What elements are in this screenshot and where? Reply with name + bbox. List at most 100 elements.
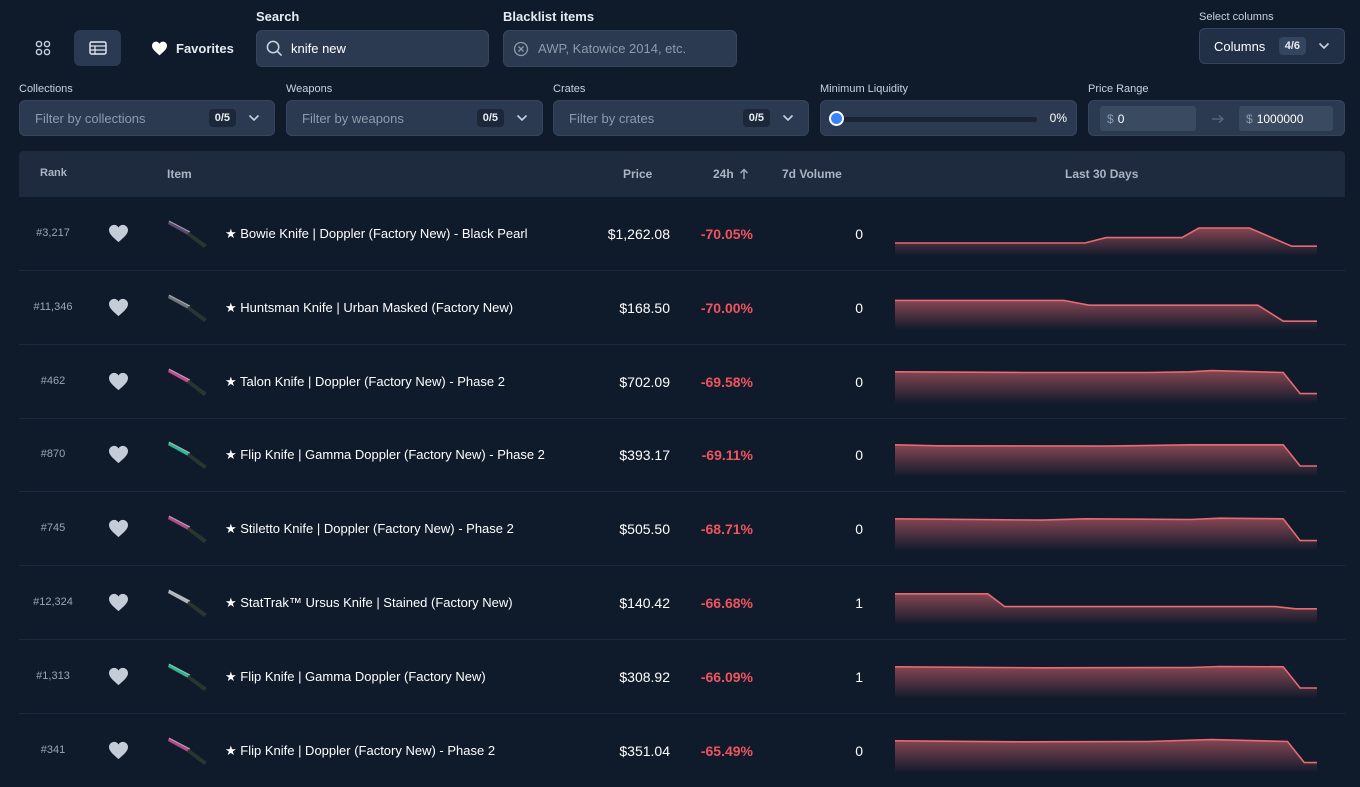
columns-select[interactable]: Columns 4/6 — [1199, 28, 1345, 64]
blacklist-placeholder: AWP, Katowice 2014, etc. — [538, 41, 687, 56]
price-min-input[interactable]: $ 0 — [1100, 106, 1196, 131]
arrow-up-icon — [739, 168, 748, 179]
price-history-sparkline — [895, 227, 1317, 256]
columns-count-badge: 4/6 — [1278, 37, 1306, 55]
item-name[interactable]: ★ Talon Knife | Doppler (Factory New) - … — [225, 374, 505, 390]
table-row[interactable]: #462 ★ Talon Knife | Doppler (Factory New… — [19, 345, 1345, 419]
collections-filter[interactable]: Filter by collections 0/5 — [19, 100, 275, 136]
blacklist-label: Blacklist items — [503, 9, 595, 24]
knife-thumbnail-icon — [168, 515, 207, 544]
favorite-heart-icon[interactable] — [108, 667, 129, 686]
change-24h-cell: -66.09% — [700, 668, 753, 685]
price-history-sparkline — [895, 299, 1317, 330]
volume-cell: 0 — [855, 742, 863, 759]
currency-symbol: $ — [1246, 111, 1253, 126]
table-row[interactable]: #11,346 ★ Huntsman Knife | Urban Masked (… — [19, 271, 1345, 345]
price-range: $ 0 $ 1000000 — [1088, 100, 1345, 136]
price-range-label: Price Range — [1088, 83, 1149, 95]
table-row[interactable]: #870 ★ Flip Knife | Gamma Doppler (Factor… — [19, 418, 1345, 493]
search-input[interactable]: knife new — [256, 30, 489, 67]
item-name[interactable]: ★ Flip Knife | Gamma Doppler (Factory Ne… — [225, 669, 486, 685]
header-volume[interactable]: 7d Volume — [782, 167, 842, 181]
crates-placeholder: Filter by crates — [569, 110, 655, 126]
rank-cell: #11,346 — [33, 300, 73, 313]
heart-icon — [152, 41, 167, 55]
favorite-heart-icon[interactable] — [108, 372, 129, 391]
favorites-label: Favorites — [176, 40, 234, 56]
weapons-label: Weapons — [286, 83, 333, 95]
favorite-heart-icon[interactable] — [108, 445, 129, 464]
volume-cell: 0 — [855, 521, 863, 538]
item-name[interactable]: ★ Flip Knife | Doppler (Factory New) - P… — [225, 743, 495, 759]
price-cell: $702.09 — [619, 373, 670, 390]
search-value: knife new — [291, 41, 346, 56]
header-history: Last 30 Days — [1065, 167, 1139, 181]
table-row[interactable]: #12,324 ★ StatTrak™ Ursus Knife | Stained… — [19, 566, 1345, 640]
favorites-button[interactable]: Favorites — [140, 30, 240, 66]
price-max-value: 1000000 — [1256, 111, 1304, 126]
price-history-sparkline — [895, 444, 1317, 478]
liquidity-track — [837, 117, 1037, 122]
rank-cell: #12,324 — [33, 596, 73, 608]
rank-cell: #3,217 — [36, 227, 70, 239]
rank-cell: #870 — [40, 448, 66, 461]
chevron-down-icon — [1318, 42, 1330, 50]
item-name[interactable]: ★ Stiletto Knife | Doppler (Factory New)… — [225, 521, 514, 537]
grid-view-button[interactable] — [19, 30, 66, 66]
collections-placeholder: Filter by collections — [35, 110, 146, 126]
price-cell: $308.92 — [619, 668, 670, 685]
item-name[interactable]: ★ StatTrak™ Ursus Knife | Stained (Facto… — [225, 595, 513, 611]
change-24h-cell: -69.11% — [701, 447, 753, 464]
weapons-filter[interactable]: Filter by weapons 0/5 — [286, 100, 543, 136]
change-24h-cell: -70.00% — [700, 299, 753, 316]
rank-cell: #745 — [40, 522, 66, 535]
favorite-heart-icon[interactable] — [108, 298, 129, 317]
item-name[interactable]: ★ Flip Knife | Gamma Doppler (Factory Ne… — [225, 447, 545, 463]
header-item[interactable]: Item — [167, 167, 192, 181]
item-name[interactable]: ★ Bowie Knife | Doppler (Factory New) - … — [225, 226, 528, 242]
price-cell: $140.42 — [619, 595, 670, 611]
change-24h-cell: -70.05% — [700, 226, 753, 242]
crates-count-badge: 0/5 — [742, 109, 770, 127]
header-24h[interactable]: 24h — [713, 167, 749, 181]
favorite-heart-icon[interactable] — [108, 224, 129, 243]
search-icon — [266, 40, 283, 57]
favorite-heart-icon[interactable] — [108, 593, 129, 612]
price-history-sparkline — [895, 517, 1317, 552]
table-row[interactable]: #745 ★ Stiletto Knife | Doppler (Factory … — [19, 492, 1345, 567]
knife-thumbnail-icon — [168, 441, 207, 470]
favorite-heart-icon[interactable] — [108, 519, 129, 538]
header-rank[interactable]: Rank — [40, 167, 67, 179]
weapons-count-badge: 0/5 — [476, 109, 504, 127]
volume-cell: 0 — [855, 373, 863, 390]
rank-cell: #341 — [40, 743, 66, 756]
volume-cell: 0 — [855, 447, 863, 464]
price-cell: $351.04 — [619, 742, 670, 759]
volume-cell: 0 — [855, 299, 863, 316]
clear-circle-icon — [513, 41, 529, 56]
price-min-value: 0 — [1117, 111, 1125, 126]
liquidity-handle[interactable] — [829, 111, 844, 126]
table-row[interactable]: #1,313 ★ Flip Knife | Gamma Doppler (Fact… — [19, 640, 1345, 714]
rank-cell: #462 — [40, 374, 66, 387]
crates-filter[interactable]: Filter by crates 0/5 — [553, 100, 809, 136]
table-header: Rank Item Price 24h 7d Volume Last 30 Da… — [19, 151, 1345, 197]
header-24h-label: 24h — [713, 167, 734, 181]
table-view-button[interactable] — [74, 30, 121, 66]
price-history-sparkline — [895, 593, 1317, 625]
blacklist-input[interactable]: AWP, Katowice 2014, etc. — [503, 30, 737, 67]
table-row[interactable]: #341 ★ Flip Knife | Doppler (Factory New)… — [19, 714, 1345, 787]
header-price[interactable]: Price — [623, 167, 652, 181]
columns-label: Select columns — [1199, 11, 1274, 23]
price-max-input[interactable]: $ 1000000 — [1239, 106, 1333, 131]
change-24h-cell: -68.71% — [700, 521, 753, 538]
favorite-heart-icon[interactable] — [108, 741, 129, 760]
chevron-down-icon — [248, 114, 260, 122]
item-name[interactable]: ★ Huntsman Knife | Urban Masked (Factory… — [225, 300, 513, 316]
weapons-placeholder: Filter by weapons — [302, 110, 404, 126]
knife-thumbnail-icon — [168, 589, 207, 617]
table-row[interactable]: #3,217 ★ Bowie Knife | Doppler (Factory N… — [19, 197, 1345, 271]
liquidity-slider[interactable]: 0% — [820, 100, 1077, 136]
knife-thumbnail-icon — [168, 663, 207, 691]
volume-cell: 1 — [855, 668, 863, 685]
